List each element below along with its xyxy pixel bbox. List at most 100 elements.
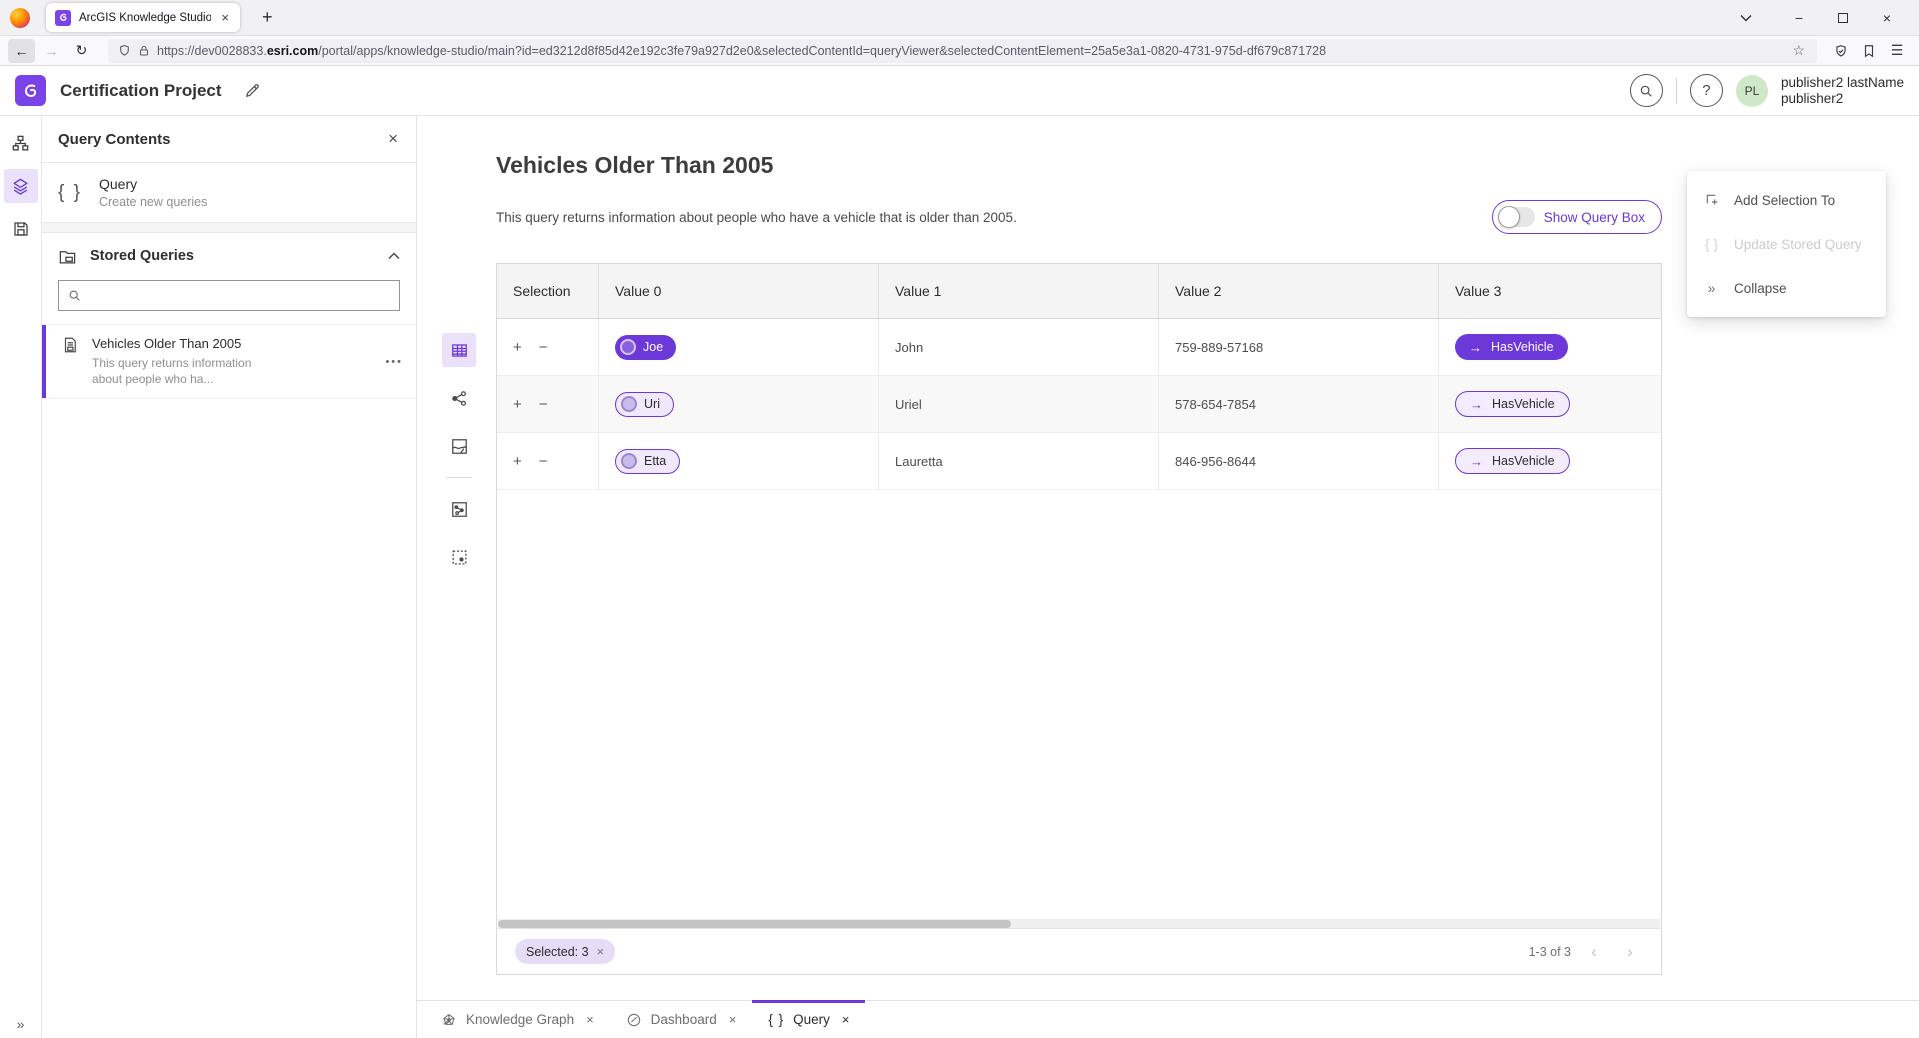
search-input[interactable] [89,288,390,303]
tab-close-icon[interactable]: × [842,1012,850,1027]
table-row: +− Etta Lauretta 846-956-8644 →HasVehicl… [497,433,1661,490]
arrow-right-icon: → [1470,454,1483,469]
entity-pill[interactable]: Joe [615,335,676,360]
remove-selection-icon[interactable]: − [539,339,548,356]
map-view-button[interactable] [442,429,476,463]
stored-queries-search[interactable] [58,280,400,311]
add-selection-icon[interactable]: + [513,453,522,470]
pencil-icon [244,82,261,99]
braces-icon: { } [1702,236,1721,252]
view-toolbar [440,263,478,975]
forward-button[interactable]: → [38,39,65,63]
shield-icon [118,44,131,57]
remove-selection-icon[interactable]: − [539,396,548,413]
toggle-knob[interactable] [1498,206,1520,228]
menu-item-label: Add Selection To [1734,193,1835,208]
rail-item-save[interactable] [4,212,38,246]
url-bar[interactable]: https://dev0028833.esri.com/portal/apps/… [108,39,1817,63]
stored-queries-header[interactable]: Stored Queries [42,233,416,279]
item-options-icon[interactable]: ••• [385,356,403,368]
relationship-pill[interactable]: →HasVehicle [1455,448,1570,474]
document-icon [61,336,79,354]
tab-label: Knowledge Graph [466,1012,574,1027]
rail-item-hierarchy[interactable] [4,126,38,160]
new-tab-button[interactable]: + [256,7,279,28]
selected-count-chip[interactable]: Selected: 3 × [515,939,615,964]
project-title: Certification Project [60,81,222,101]
tab-close-icon[interactable]: × [586,1012,594,1027]
add-selection-icon[interactable]: + [513,339,522,356]
firefox-icon[interactable] [10,8,30,28]
lock-icon [138,45,150,57]
chevron-up-icon[interactable] [388,252,400,260]
cell-value: Uriel [895,397,922,412]
bookmarks-icon[interactable] [1855,44,1883,58]
window-close-button[interactable]: × [1865,0,1909,36]
table-view-button[interactable] [442,333,476,367]
reload-button[interactable]: ↻ [68,39,95,63]
chip-close-icon[interactable]: × [597,944,605,959]
stored-queries-title: Stored Queries [90,248,375,264]
toolbar-divider [446,477,472,478]
tab-list-chevron-icon[interactable] [1729,0,1763,36]
new-query-item[interactable]: { } Query Create new queries [42,163,416,223]
cell-value: 846-956-8644 [1175,454,1256,469]
selected-count-label: Selected: 3 [526,945,589,959]
menu-icon[interactable]: ☰ [1883,42,1911,59]
relationship-pill[interactable]: →HasVehicle [1455,334,1568,360]
entity-pill[interactable]: Uri [615,392,674,417]
toggle-track[interactable] [1498,207,1535,227]
column-header-value0: Value 0 [598,264,878,318]
link-chart-view-button[interactable] [442,381,476,415]
add-selection-icon[interactable]: + [513,396,522,413]
previous-page-icon[interactable]: ‹ [1581,942,1607,962]
bookmark-star-icon[interactable]: ☆ [1790,42,1807,59]
relationship-pill[interactable]: →HasVehicle [1455,391,1570,417]
next-page-icon[interactable]: › [1617,942,1643,962]
menu-item-collapse[interactable]: » Collapse [1687,266,1886,310]
window-controls: − × [1729,0,1909,36]
stored-query-item[interactable]: Vehicles Older Than 2005 This query retu… [42,324,416,399]
maximize-button[interactable] [1821,0,1865,36]
user-name-line1: publisher2 lastName [1781,75,1904,91]
user-name: publisher2 lastName publisher2 [1781,75,1904,107]
browser-tab[interactable]: ArcGIS Knowledge Studio × [46,3,240,32]
table-icon [450,341,469,360]
horizontal-scrollbar[interactable] [498,919,1660,929]
menu-item-label: Update Stored Query [1734,237,1862,252]
minimize-button[interactable]: − [1777,0,1821,36]
panel-close-icon[interactable]: × [386,129,400,149]
expand-rail-button[interactable]: » [0,1016,41,1032]
menu-item-update-stored-query[interactable]: { } Update Stored Query [1687,222,1886,266]
map-nodes-icon [450,500,469,519]
remove-selection-icon[interactable]: − [539,453,548,470]
tab-close-icon[interactable]: × [219,10,231,25]
cell-value: John [895,340,923,355]
browser-toolbar: ← → ↻ https://dev0028833.esri.com/portal… [0,36,1919,66]
braces-icon: { } [58,182,82,204]
rail-item-contents[interactable] [4,169,38,203]
avatar[interactable]: PL [1736,75,1768,107]
braces-icon: { } [768,1012,784,1027]
scrollbar-thumb[interactable] [498,920,1011,928]
show-query-box-toggle[interactable]: Show Query Box [1492,200,1662,234]
tab-close-icon[interactable]: × [729,1012,737,1027]
save-icon [12,220,30,238]
menu-item-add-selection-to[interactable]: Add Selection To [1687,178,1886,222]
selection-view-button[interactable] [442,540,476,574]
share-nodes-icon [450,389,469,408]
arrow-right-icon: → [1469,340,1482,355]
edit-project-button[interactable] [244,82,261,99]
tab-dashboard[interactable]: Dashboard × [610,1001,753,1038]
pagination-label: 1-3 of 3 [1529,945,1571,959]
help-button[interactable]: ? [1690,74,1723,107]
search-button[interactable] [1630,74,1663,107]
tab-query[interactable]: { } Query × [752,1001,865,1038]
map-graph-view-button[interactable] [442,492,476,526]
back-button[interactable]: ← [8,39,35,63]
tab-knowledge-graph[interactable]: Knowledge Graph × [425,1001,610,1038]
entity-pill[interactable]: Etta [615,449,680,474]
shield-check-icon[interactable] [1827,44,1855,58]
url-text: https://dev0028833.esri.com/portal/apps/… [157,44,1783,58]
context-menu: Add Selection To { } Update Stored Query… [1687,171,1886,317]
